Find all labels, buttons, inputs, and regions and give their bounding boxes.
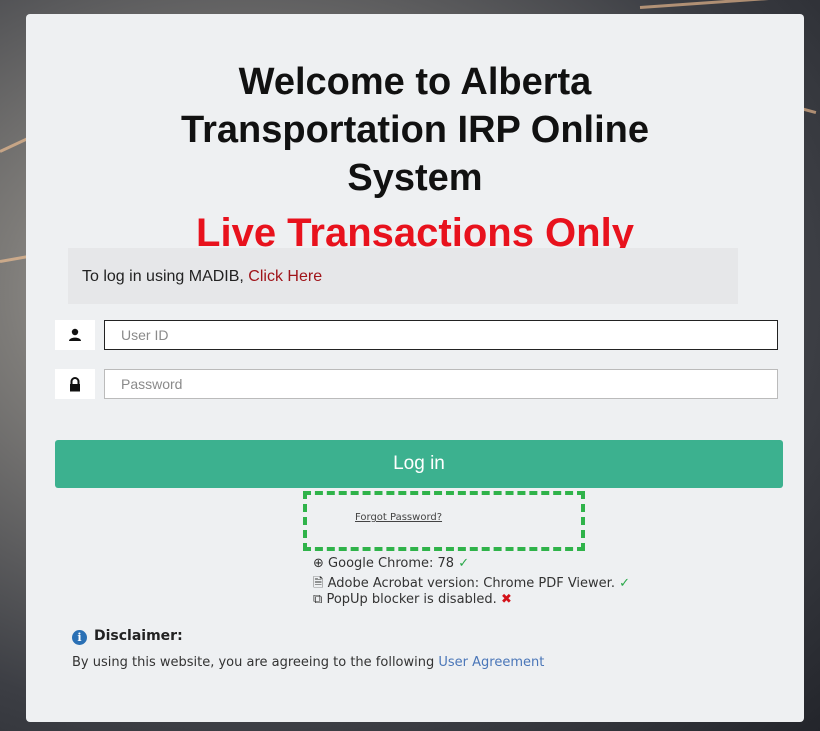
disclaimer-sentence: By using this website, you are agreeing … — [72, 655, 439, 670]
check-icon: ✓ — [619, 576, 631, 591]
madib-login-text: To log in using MADIB, Click Here — [82, 268, 322, 286]
forgot-password-link[interactable]: Forgot Password? — [355, 512, 442, 523]
madib-click-here-link[interactable]: Click Here — [248, 268, 322, 285]
user-agreement-link[interactable]: User Agreement — [438, 655, 544, 670]
title-line: Welcome to Alberta — [238, 61, 592, 103]
disclaimer-title: Disclaimer: — [94, 628, 183, 644]
madib-prefix: To log in using MADIB, — [82, 268, 249, 285]
login-button[interactable]: Log in — [55, 440, 783, 488]
popup-check-text: PopUp blocker is disabled. — [326, 592, 497, 607]
login-panel: Welcome to Alberta Transportation IRP On… — [26, 14, 804, 722]
pdf-check-text: Adobe Acrobat version: Chrome PDF Viewer… — [327, 576, 615, 591]
cross-icon: ✖ — [500, 592, 512, 607]
forgot-password-highlight — [303, 491, 585, 551]
disclaimer-text: By using this website, you are agreeing … — [72, 655, 544, 670]
globe-icon: ⊕ — [313, 556, 324, 571]
info-icon: i — [72, 630, 87, 645]
popup-check: ⧉ PopUp blocker is disabled. ✖ — [313, 592, 512, 607]
browser-check: ⊕ Google Chrome: 78 ✓ — [313, 556, 469, 571]
pdf-file-icon: 🗎 — [313, 576, 324, 591]
external-link-icon: ⧉ — [313, 592, 323, 607]
check-icon: ✓ — [458, 556, 470, 571]
user-icon — [55, 320, 95, 350]
browser-check-text: Google Chrome: 78 — [328, 556, 455, 571]
password-input[interactable] — [104, 369, 778, 399]
title-line: System — [347, 157, 483, 199]
page-title: Welcome to Alberta Transportation IRP On… — [26, 58, 804, 202]
user-id-input[interactable] — [104, 320, 778, 350]
lock-icon — [55, 369, 95, 399]
title-line: Transportation IRP Online — [180, 109, 650, 151]
